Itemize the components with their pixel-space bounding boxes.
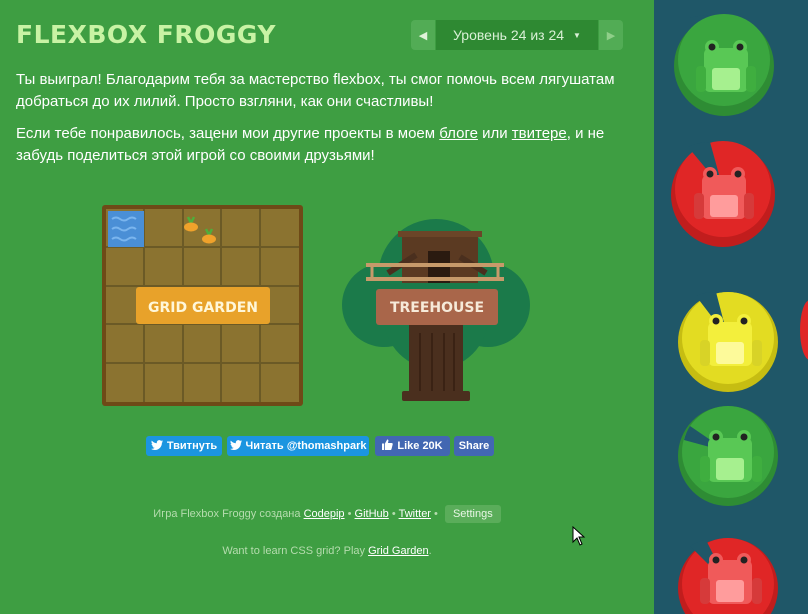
tweet-button[interactable]: Твитнуть <box>146 436 222 456</box>
twitter-bird-icon <box>150 439 163 453</box>
next-level-button[interactable]: ▶ <box>599 20 623 50</box>
twitter-footer-link[interactable]: Twitter <box>399 508 431 520</box>
partial-lilypad-edge <box>800 300 808 360</box>
projects-message: Если тебе понравилось, зацени мои другие… <box>16 123 626 167</box>
credit-text: Игра Flexbox Froggy создана <box>153 508 301 520</box>
pond-board <box>654 0 808 614</box>
like-label: Like 20K <box>397 440 443 452</box>
separator-bullet: • <box>434 508 438 520</box>
arrow-right-icon: ▶ <box>606 29 616 42</box>
mouse-cursor-icon <box>572 526 586 546</box>
level-indicator: Уровень 24 из 24 <box>453 27 565 43</box>
facebook-share-button[interactable]: Share <box>454 436 494 456</box>
twitter-link[interactable]: твитере <box>512 125 567 142</box>
tree-trunk <box>402 325 470 401</box>
grid-garden-card[interactable]: GRID GARDEN <box>102 205 303 406</box>
promo-text: Want to learn CSS grid? Play <box>222 545 365 557</box>
grid-garden-label: GRID GARDEN <box>148 300 258 316</box>
level-dropdown[interactable]: Уровень 24 из 24 ▼ <box>436 20 598 50</box>
instructions-panel: FLEXBOX FROGGY ◀ Уровень 24 из 24 ▼ ▶ Ты… <box>0 0 654 614</box>
caret-down-icon: ▼ <box>573 30 581 40</box>
share-buttons: Твитнуть Читать @thomashpark Like 20K Sh… <box>0 436 654 456</box>
blog-link[interactable]: блоге <box>439 125 478 142</box>
separator-bullet: • <box>391 508 396 520</box>
game-title: FLEXBOX FROGGY <box>16 20 276 49</box>
credits-footer: Игра Flexbox Froggy создана Codepip • Gi… <box>0 505 654 523</box>
frog-on-lilypad-icon <box>674 14 774 116</box>
frog-on-lilypad-icon <box>678 291 778 392</box>
twitter-bird-icon <box>229 439 242 453</box>
settings-button[interactable]: Settings <box>444 505 501 523</box>
prev-level-button[interactable]: ◀ <box>411 20 435 50</box>
treehouse-label: TREEHOUSE <box>390 300 484 316</box>
projects-prefix-text: Если тебе понравилось, зацени мои другие… <box>16 125 440 142</box>
promo-period: . <box>428 545 432 557</box>
github-link[interactable]: GitHub <box>355 508 389 520</box>
facebook-like-button[interactable]: Like 20K <box>375 436 450 456</box>
or-text: или <box>477 125 512 142</box>
separator-bullet: • <box>347 508 352 520</box>
thumbs-up-icon <box>382 439 394 453</box>
codepip-link[interactable]: Codepip <box>304 508 345 520</box>
water-tile <box>108 211 144 247</box>
treehouse-card[interactable]: TREEHOUSE <box>336 205 537 406</box>
level-navigator: ◀ Уровень 24 из 24 ▼ ▶ <box>411 20 623 50</box>
fb-share-label: Share <box>458 440 490 452</box>
tweet-label: Твитнуть <box>166 440 218 452</box>
follow-label: Читать @thomashpark <box>245 440 367 452</box>
frog-on-lilypad-icon <box>671 141 775 247</box>
win-message: Ты выиграл! Благодарим тебя за мастерств… <box>16 71 615 110</box>
grid-garden-link[interactable]: Grid Garden <box>368 545 429 557</box>
frog-on-lilypad-icon <box>678 538 778 614</box>
frog-on-lilypad-icon <box>678 406 778 506</box>
arrow-left-icon: ◀ <box>418 29 428 42</box>
follow-button[interactable]: Читать @thomashpark <box>227 436 369 456</box>
grid-garden-promo: Want to learn CSS grid? Play Grid Garden… <box>0 545 654 557</box>
